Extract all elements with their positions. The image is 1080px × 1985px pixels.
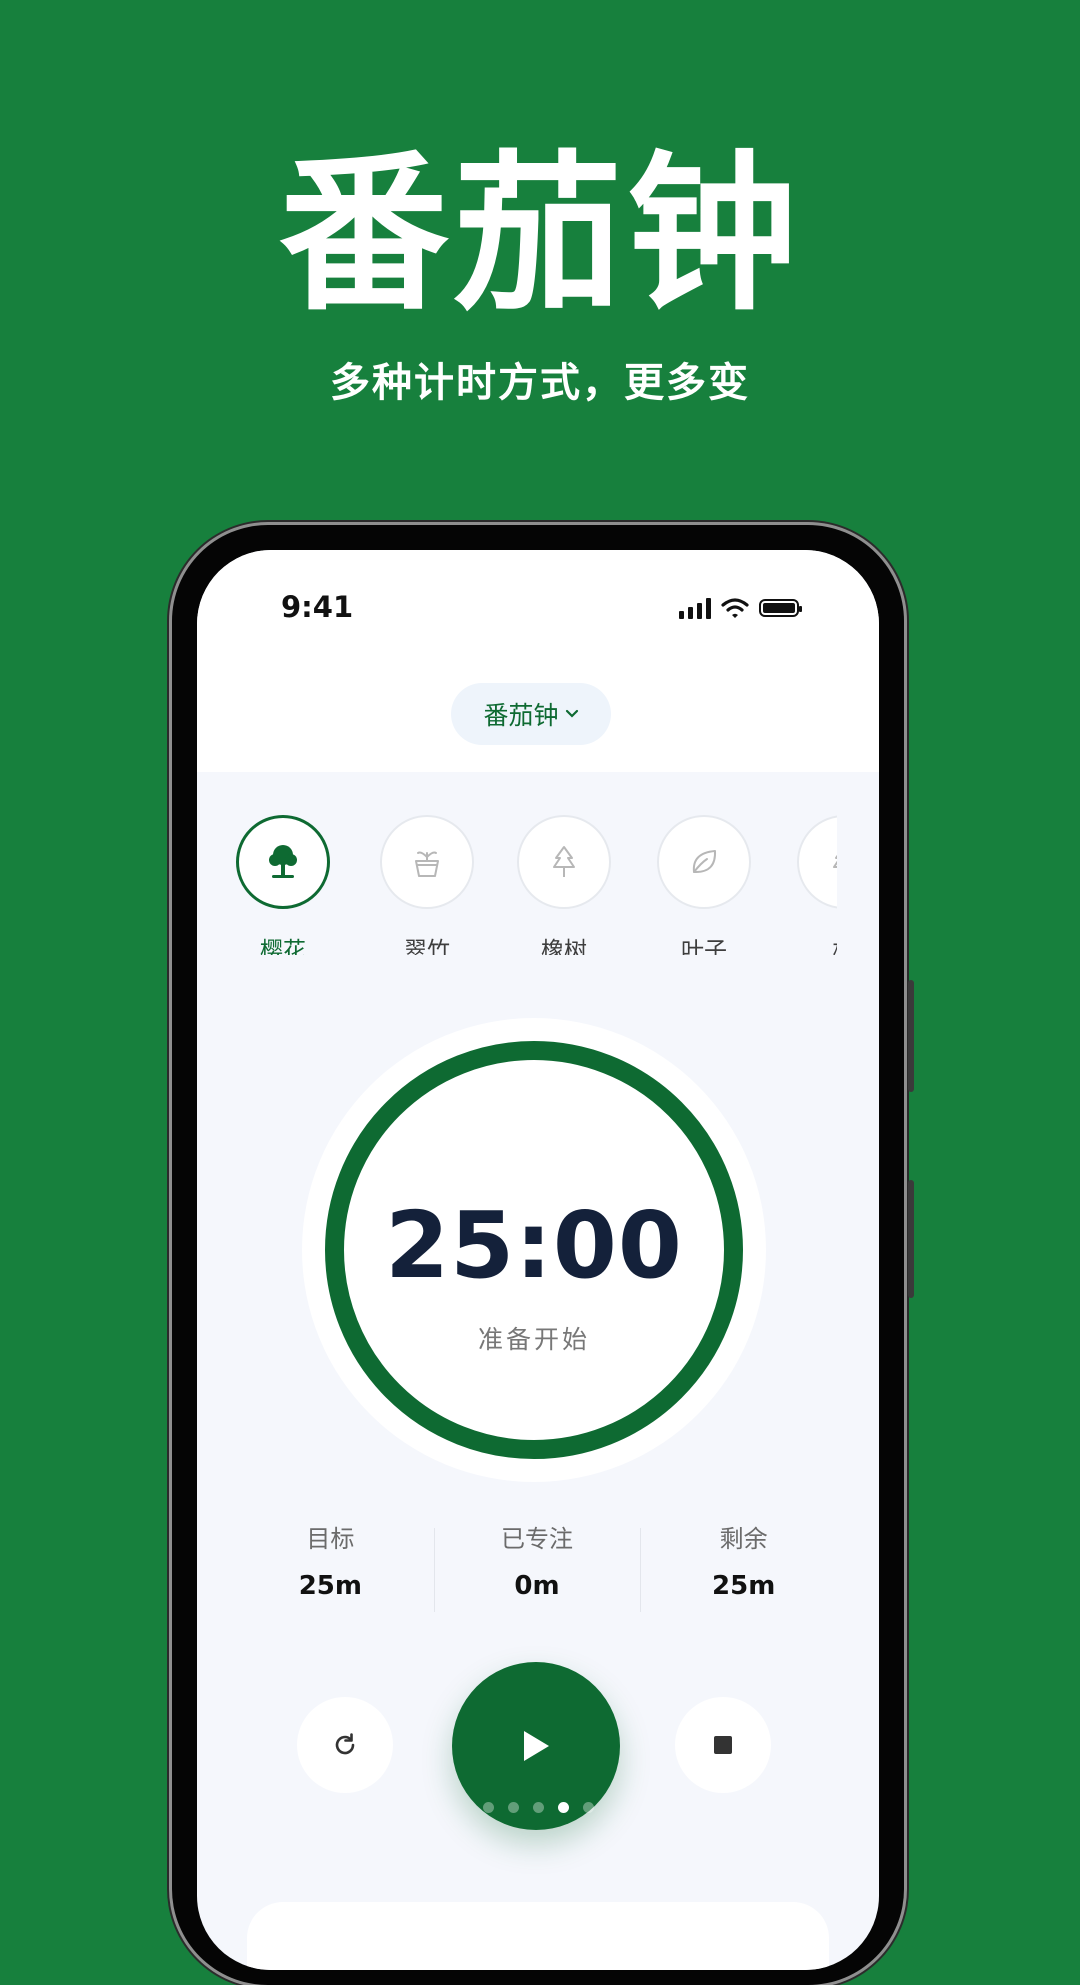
stat-value: 0m [514,1571,560,1601]
tree-option-sakura[interactable]: 樱花 [236,815,336,955]
tree-label: 松 [797,931,838,955]
chevron-down-icon [565,709,578,718]
app-header: 9:41 番茄钟 [197,550,879,772]
hero-subtitle: 多种计时方式，更多变 [330,360,750,406]
stat-remaining: 剩余 25m [640,1523,847,1619]
potted-plant-icon [415,851,439,877]
hero-title: 番茄钟 [278,136,801,334]
status-icons [679,596,802,620]
page-dot[interactable] [582,1802,594,1813]
mode-selector[interactable]: 番茄钟 [451,683,611,745]
stat-target: 目标 25m [227,1523,434,1619]
refresh-icon [335,1733,355,1755]
play-icon [524,1731,549,1761]
page-indicator [197,1802,879,1813]
battery-icon [759,599,802,617]
tree-label: 橡树 [541,938,587,955]
stat-value: 25m [298,1571,362,1601]
tree-icon [833,854,837,868]
tree-option-bamboo[interactable]: 翠竹 [380,815,480,955]
page-dot[interactable] [557,1802,569,1813]
tree-option-leaf[interactable]: 叶子 [657,815,757,955]
status-time: 9:41 [281,590,354,624]
page-dot[interactable] [507,1802,519,1813]
tree-selector: 樱花 翠竹 橡树 叶子 [197,815,837,955]
leaf-icon [692,850,717,873]
phone-side-button [908,1180,914,1298]
timer-status: 准备开始 [477,1325,590,1354]
stat-label: 剩余 [719,1525,768,1553]
mode-selector-label: 番茄钟 [483,701,559,730]
wifi-icon [721,598,749,618]
signal-icon [679,597,711,619]
tree-option-oak[interactable]: 橡树 [517,815,617,955]
tree-label: 叶子 [681,938,727,955]
page-dot[interactable] [532,1802,544,1813]
page-dot[interactable] [482,1802,494,1813]
stop-button[interactable] [675,1697,771,1793]
stat-focused: 已专注 0m [433,1523,641,1619]
reset-button[interactable] [297,1697,393,1793]
stop-icon [714,1736,732,1754]
tree-icon [269,845,297,878]
stats-row: 目标 25m 已专注 0m 剩余 25m [227,1523,847,1619]
stat-label: 已专注 [501,1525,573,1553]
tree-label: 樱花 [260,938,306,955]
pine-tree-icon [553,846,575,877]
phone-screen: 9:41 番茄钟 樱花 翠竹 橡树 叶子 25:00 准备开始 目标 25m 已… [197,550,879,1970]
tree-label: 翠竹 [404,938,450,955]
bottom-card [247,1902,829,1970]
stat-value: 25m [712,1571,776,1601]
tree-option-pine[interactable]: 松 [797,815,837,955]
timer-value: 25:00 [385,1192,683,1299]
stat-label: 目标 [306,1525,355,1553]
phone-side-button [908,980,914,1092]
